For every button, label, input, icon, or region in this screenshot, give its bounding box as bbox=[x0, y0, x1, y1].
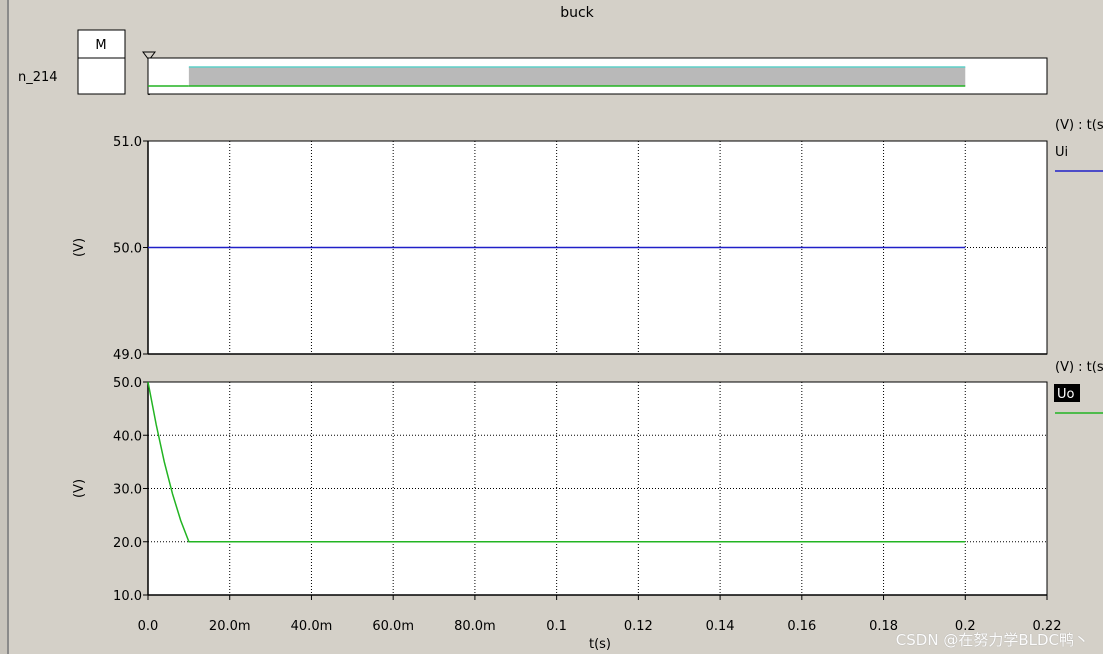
plot-uo: 50.0 40.0 30.0 20.0 10.0 (V) 0.0 20.0m 40.0m 60.0… bbox=[72, 376, 1061, 634]
legend-ui[interactable]: (V) : t(s) Ui bbox=[1055, 118, 1103, 172]
digital-signal-name: n_214 bbox=[18, 70, 58, 85]
legend-uo-unit: (V) : t(s) bbox=[1055, 360, 1103, 375]
x-tick-label: 0.1 bbox=[546, 619, 567, 634]
y-tick-label: 40.0 bbox=[113, 429, 142, 444]
plot-area bbox=[147, 381, 1048, 596]
x-tick-label: 0.18 bbox=[869, 619, 898, 634]
legend-ui-unit: (V) : t(s) bbox=[1055, 118, 1103, 133]
digital-mode-label: M bbox=[95, 38, 106, 53]
x-tick-label: 0.16 bbox=[787, 619, 816, 634]
y-axis-label: (V) bbox=[72, 238, 87, 257]
scope-title: buck bbox=[560, 5, 594, 21]
x-tick-label: 0.14 bbox=[706, 619, 735, 634]
digital-trace bbox=[148, 66, 966, 87]
y-tick-label: 50.0 bbox=[113, 376, 142, 391]
digital-switching-band bbox=[188, 67, 966, 86]
y-tick-label: 20.0 bbox=[113, 536, 142, 551]
y-tick-label: 10.0 bbox=[113, 589, 142, 604]
legend-ui-name: Ui bbox=[1055, 145, 1068, 160]
y-tick-label: 50.0 bbox=[113, 242, 142, 257]
y-tick-label: 30.0 bbox=[113, 483, 142, 498]
scope-view: buck n_214 M (V) : t(s) Ui 51.0 50.0 49.0 (… bbox=[18, 5, 1103, 652]
x-tick-label: 20.0m bbox=[209, 619, 251, 634]
x-tick-label: 40.0m bbox=[291, 619, 333, 634]
x-tick-label: 0.12 bbox=[624, 619, 653, 634]
x-tick-label: 0.0 bbox=[138, 619, 159, 634]
watermark: CSDN @在努力学BLDC鸭丶 bbox=[895, 631, 1089, 649]
x-tick-label: 80.0m bbox=[454, 619, 496, 634]
y-tick-label: 49.0 bbox=[113, 348, 142, 363]
legend-uo-name: Uo bbox=[1057, 387, 1075, 402]
y-tick-label: 51.0 bbox=[113, 135, 142, 150]
digital-mode-box[interactable]: M bbox=[77, 29, 126, 95]
x-axis-label: t(s) bbox=[589, 637, 611, 652]
plot-ui: 51.0 50.0 49.0 (V) bbox=[72, 135, 1048, 363]
y-axis-label: (V) bbox=[72, 479, 87, 498]
x-tick-label: 60.0m bbox=[372, 619, 414, 634]
legend-uo[interactable]: (V) : t(s) Uo bbox=[1054, 360, 1103, 414]
